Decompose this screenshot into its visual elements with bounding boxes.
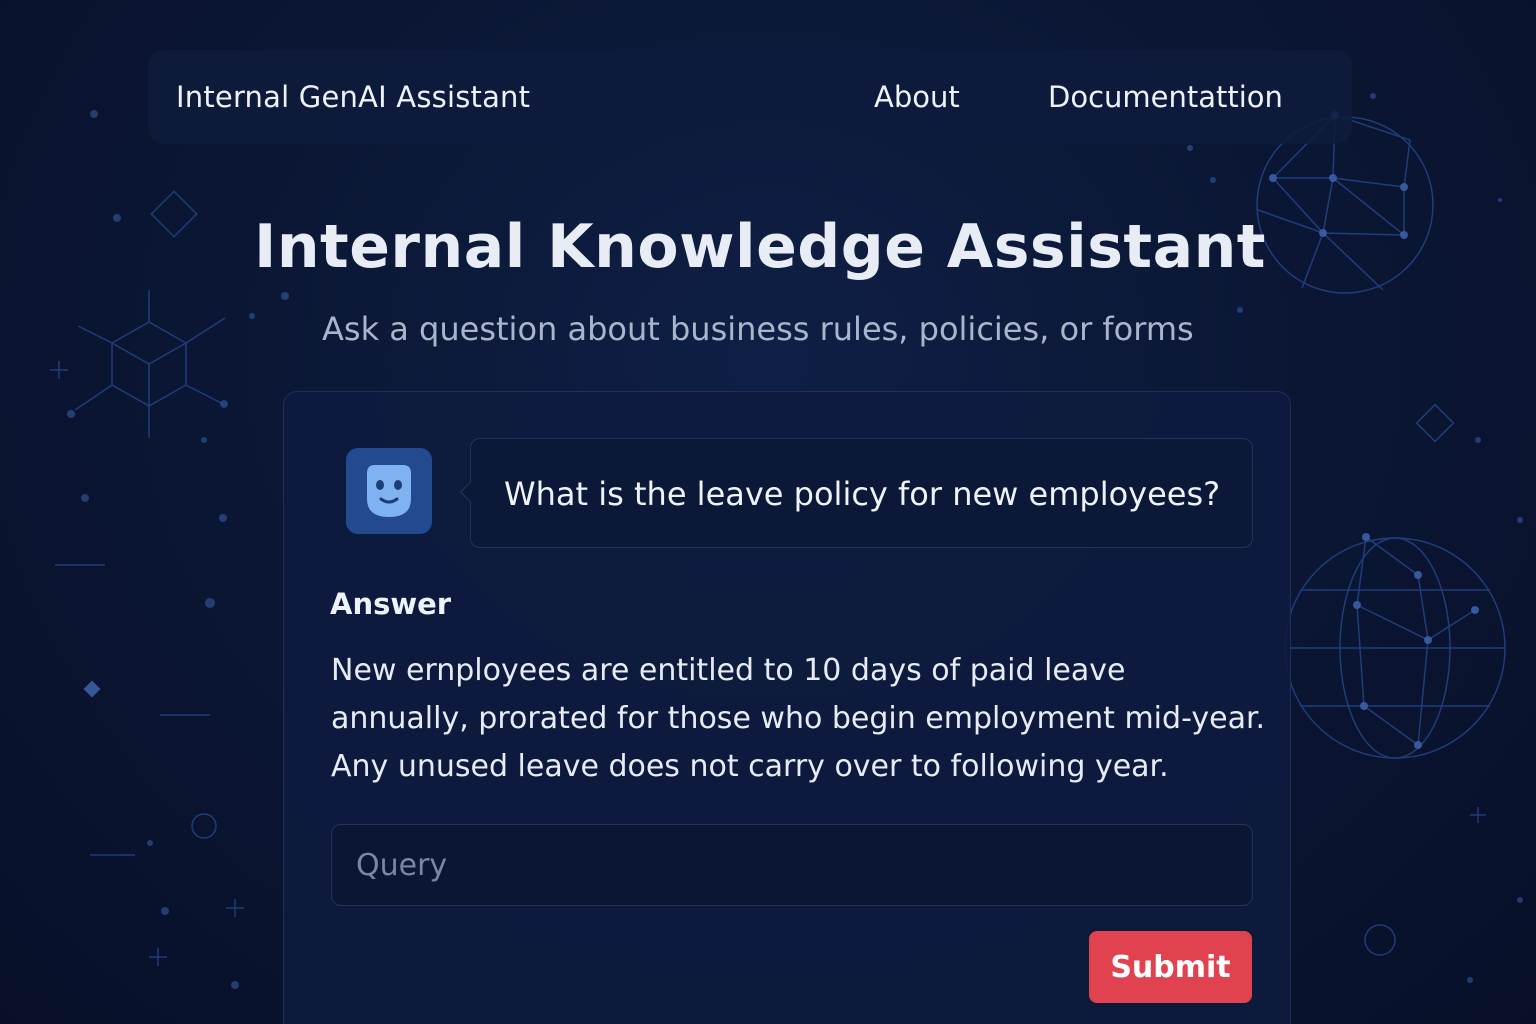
globe-network-icon-bottom: [1284, 536, 1506, 759]
assistant-card: What is the leave policy for new employe…: [283, 391, 1291, 1024]
answer-text: New ernployees are entitled to 10 days o…: [331, 653, 1266, 784]
page: Internal GenAI Assistant About Documenta…: [0, 0, 1536, 1024]
question-bubble: What is the leave policy for new employe…: [460, 438, 1253, 548]
assistant-avatar: [346, 448, 432, 534]
diamond-shape-right: [1415, 403, 1455, 443]
query-input[interactable]: [331, 824, 1253, 906]
page-subtitle: Ask a question about business rules, pol…: [322, 310, 1194, 348]
ring-shape-left: [191, 813, 217, 839]
cube-network-icon: [74, 290, 226, 438]
page-title: Internal Knowledge Assistant: [254, 212, 1266, 282]
answer-heading: Answer: [330, 587, 452, 621]
nav-link-documentation[interactable]: Documentattion: [1048, 80, 1283, 114]
nav-link-about[interactable]: About: [874, 80, 960, 114]
app-brand[interactable]: Internal GenAI Assistant: [176, 80, 530, 114]
ring-shape-right: [1364, 924, 1396, 956]
bubble-tail: [460, 482, 480, 502]
submit-button[interactable]: Submit: [1089, 931, 1252, 1003]
robot-face-icon: [367, 465, 411, 517]
top-navbar: Internal GenAI Assistant About Documenta…: [148, 50, 1352, 144]
question-text: What is the leave policy for new employe…: [504, 475, 1221, 513]
